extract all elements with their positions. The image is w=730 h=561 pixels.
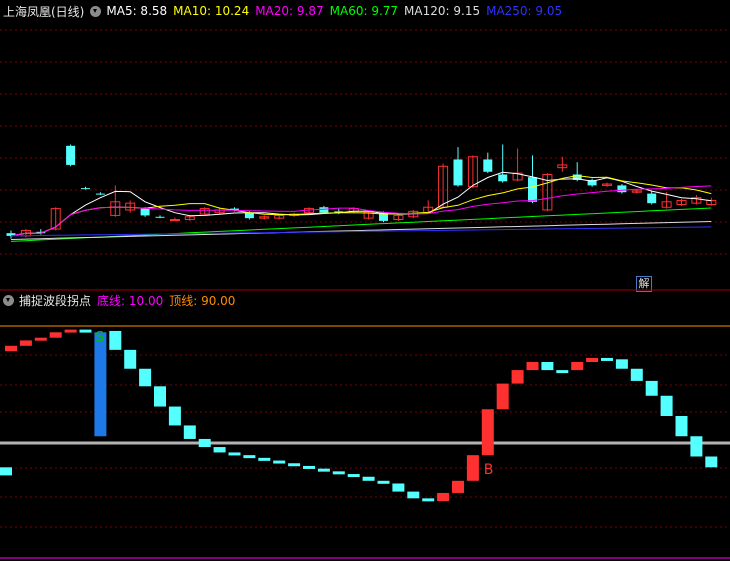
indicator-bar <box>288 463 301 467</box>
indicator-bar <box>168 406 181 426</box>
indicator-bar <box>407 491 420 499</box>
indicator-bar <box>347 474 360 478</box>
indicator-bar <box>690 436 703 457</box>
indicator-bar <box>660 395 673 416</box>
candle-body <box>169 219 180 222</box>
ma10-line <box>10 175 712 237</box>
ma250-line <box>10 226 712 237</box>
candle-body <box>95 193 105 195</box>
indicator-bar <box>362 476 375 481</box>
indicator-bar <box>79 329 92 333</box>
indicator-bar <box>496 383 509 410</box>
indicator-bar <box>49 332 62 338</box>
indicator-bar <box>511 370 524 384</box>
indicator-bar <box>392 483 405 492</box>
indicator-bar <box>571 362 584 371</box>
indicator-bar <box>645 380 658 396</box>
candle-body <box>483 159 493 172</box>
candle-body <box>155 216 165 218</box>
chart-canvas[interactable]: SB <box>0 0 730 561</box>
candle-body <box>319 207 329 213</box>
indicator-bar <box>615 359 628 369</box>
indicator-bar <box>139 368 152 387</box>
indicator-bar <box>452 480 464 493</box>
indicator-bar <box>481 409 494 456</box>
buy-marker: B <box>484 462 494 478</box>
indicator-bar <box>541 362 554 371</box>
indicator-bar <box>198 438 211 448</box>
indicator-bar <box>109 330 122 350</box>
indicator-bar <box>228 452 241 456</box>
indicator-bar <box>630 368 643 381</box>
candle-body <box>498 174 508 182</box>
indicator-bar <box>258 457 271 461</box>
indicator-bar <box>601 357 613 361</box>
indicator-bar <box>466 455 479 481</box>
indicator-bar <box>422 498 435 502</box>
indicator-bar <box>124 349 137 369</box>
indicator-bar <box>526 362 539 371</box>
candle-body <box>647 193 657 204</box>
indicator-bar <box>705 456 718 468</box>
indicator-bar <box>19 340 32 346</box>
indicator-bar <box>332 471 345 475</box>
indicator-bar <box>213 447 226 453</box>
candle-body <box>528 177 537 202</box>
indicator-bar <box>586 357 599 362</box>
candle-body <box>617 185 627 193</box>
candle-body <box>453 159 463 186</box>
indicator-bar <box>243 455 256 459</box>
indicator-bar <box>94 332 107 437</box>
candle-body <box>66 145 76 165</box>
indicator-bar <box>34 337 47 341</box>
ma5-line <box>10 171 712 237</box>
sell-marker: S <box>95 330 104 346</box>
indicator-bar <box>5 345 17 352</box>
indicator-bar <box>273 460 286 464</box>
indicator-bar <box>64 329 77 333</box>
indicator-bar <box>377 480 390 484</box>
indicator-bar <box>437 492 450 502</box>
indicator-bar <box>183 425 196 439</box>
candle-body <box>81 188 90 190</box>
indicator-bar <box>0 467 12 476</box>
candle-body <box>140 208 150 216</box>
indicator-bar <box>556 370 569 374</box>
indicator-bar <box>675 416 688 437</box>
indicator-bar <box>154 386 166 407</box>
indicator-bar <box>303 465 315 469</box>
indicator-bar <box>317 468 330 472</box>
